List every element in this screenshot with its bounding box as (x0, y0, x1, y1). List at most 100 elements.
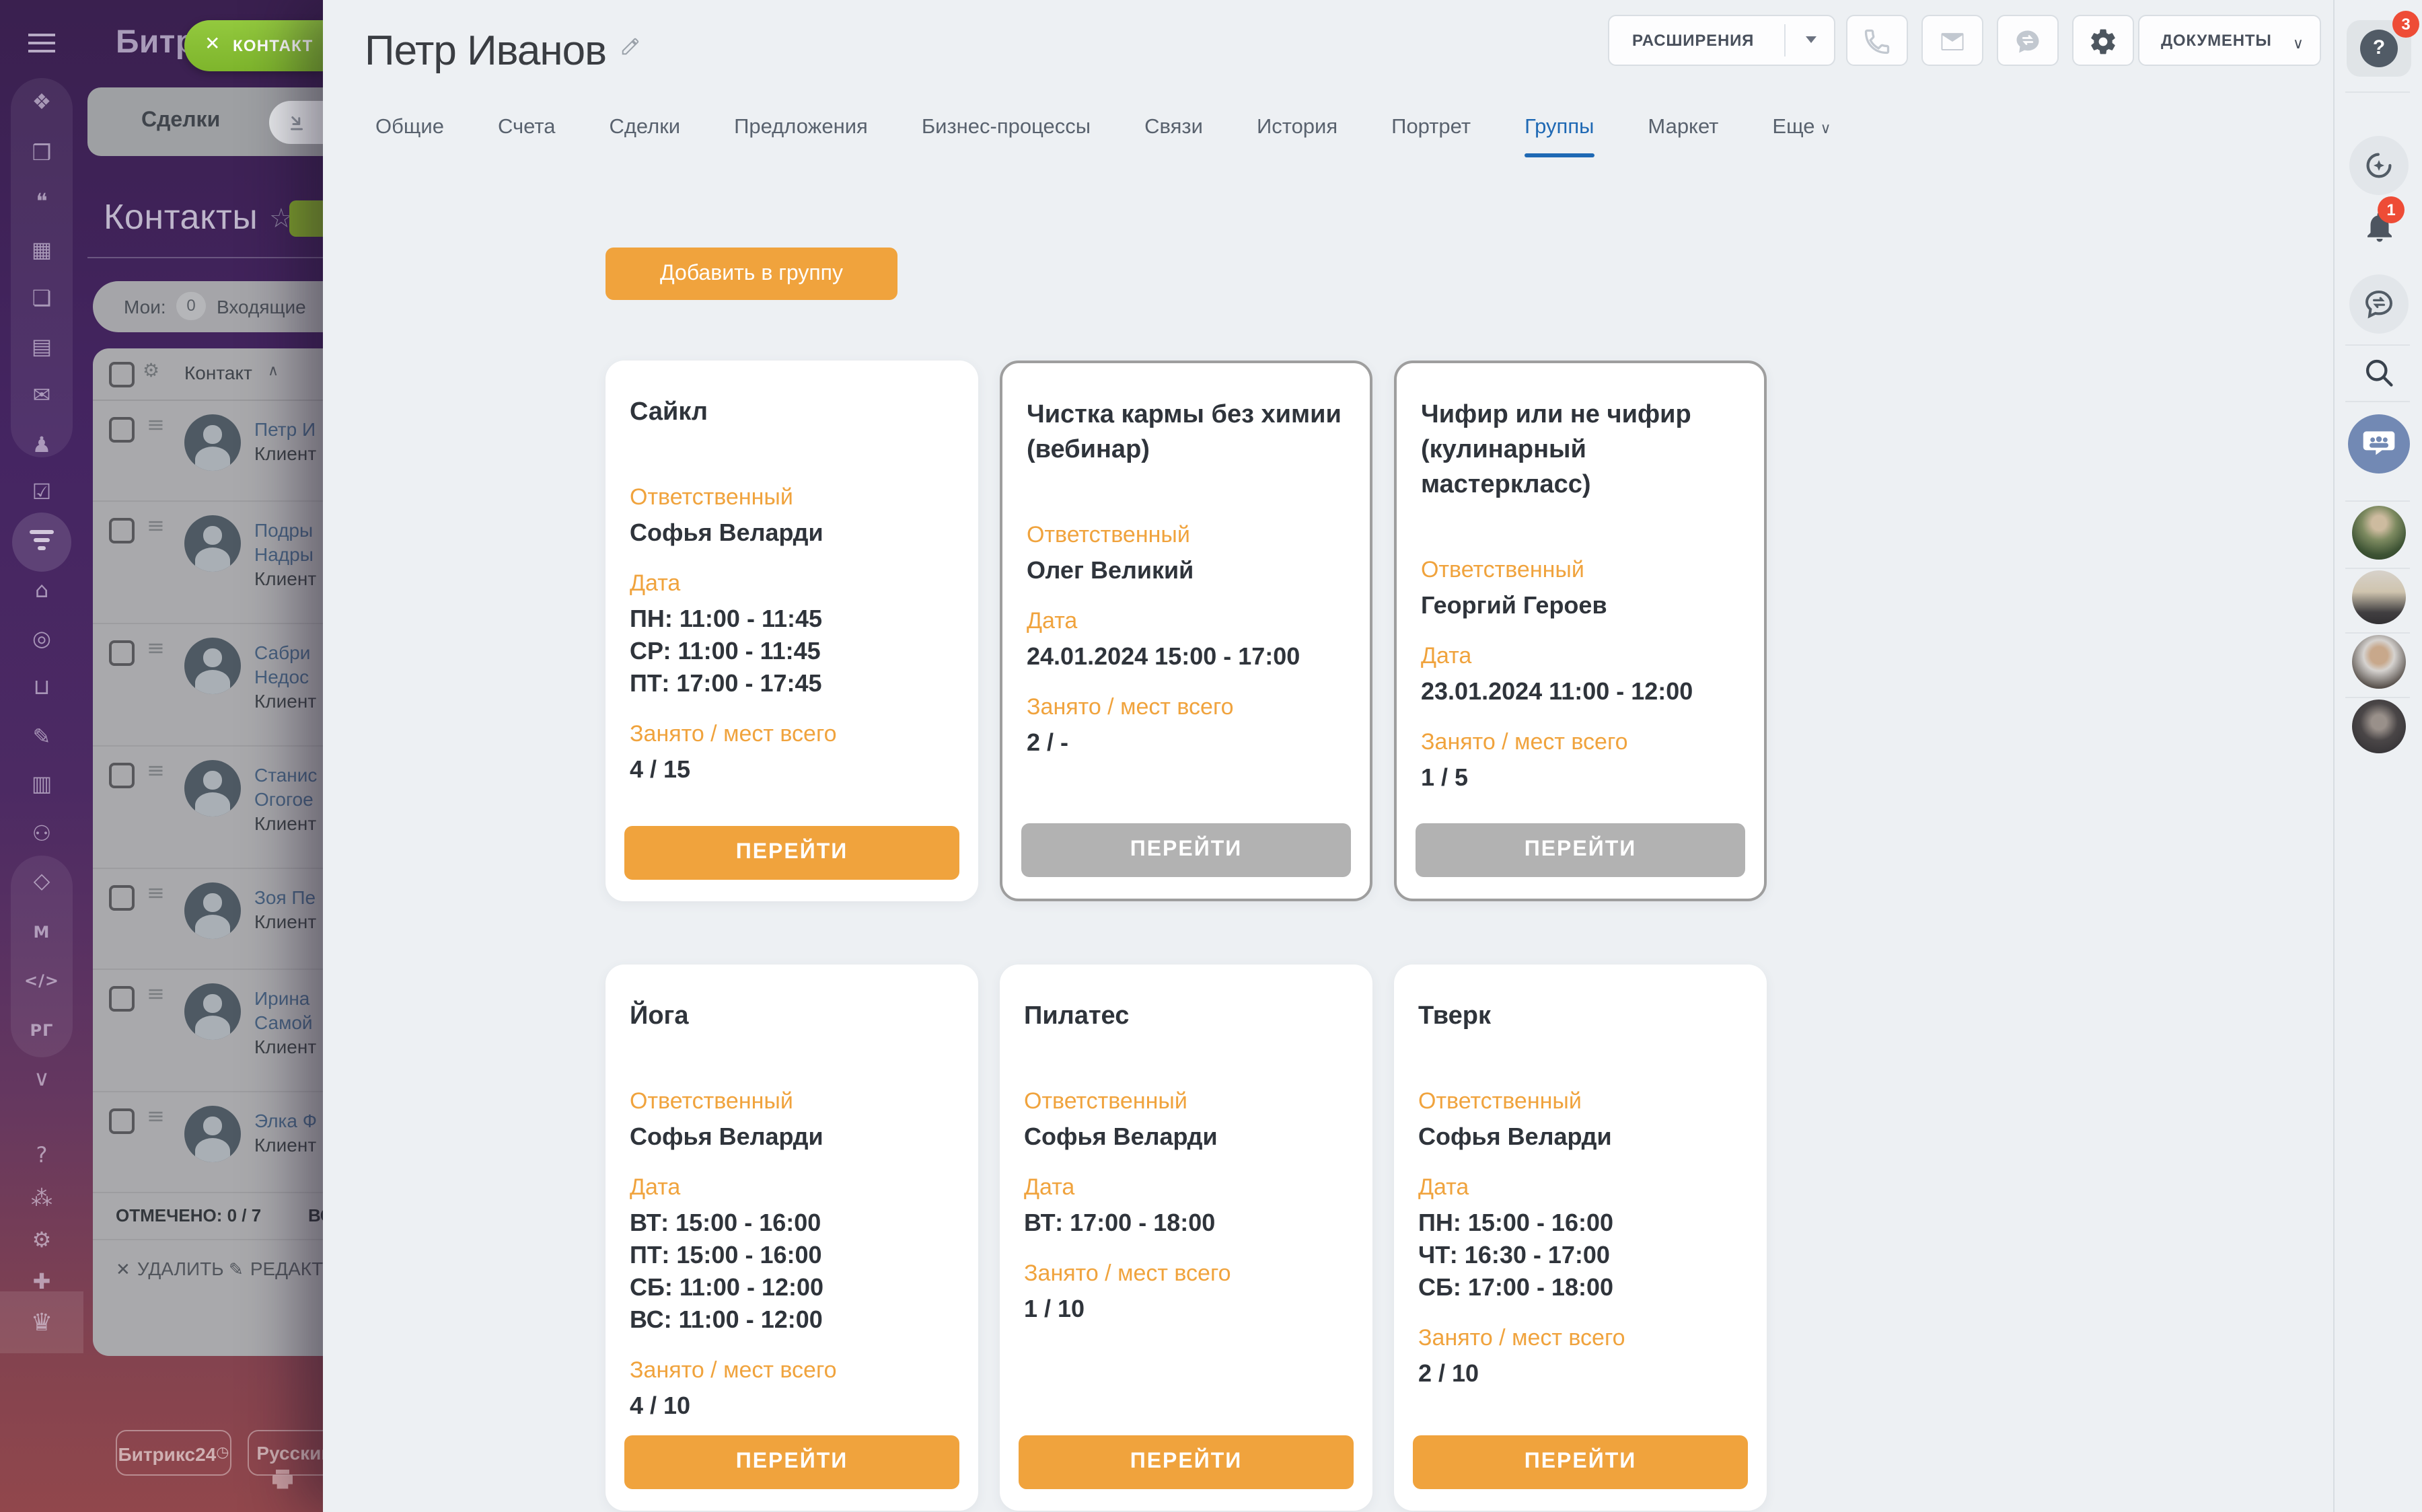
workgroup-icon[interactable]: РГ (0, 1018, 83, 1043)
contact-row[interactable]: ≡ Станис Огогое Клиент (93, 747, 323, 869)
code-icon[interactable]: </> (0, 969, 83, 993)
contact-name[interactable]: Подры (254, 518, 323, 542)
settings-icon[interactable]: ⚙ (0, 1228, 83, 1252)
tab-svyazi[interactable]: Связи (1144, 116, 1203, 140)
tab-biznes-processy[interactable]: Бизнес-процессы (922, 116, 1091, 140)
contact-name[interactable]: Сабри (254, 640, 323, 665)
contact-row[interactable]: ≡ Элка Ф Клиент (93, 1092, 323, 1193)
drive-icon[interactable]: ▤ (0, 335, 83, 359)
contact-name[interactable]: Ирина (254, 986, 323, 1010)
calendar-icon[interactable]: ▦ (0, 238, 83, 262)
contact-name[interactable]: Зоя Пе (254, 885, 323, 909)
row-menu-icon[interactable]: ≡ (147, 981, 165, 1006)
email-button[interactable] (1921, 15, 1983, 66)
contact-name[interactable]: Петр И (254, 417, 323, 441)
m-logo-icon[interactable]: M (0, 920, 83, 944)
tab-predlozheniya[interactable]: Предложения (734, 116, 868, 140)
row-menu-icon[interactable]: ≡ (147, 757, 165, 783)
settings-button[interactable] (2072, 15, 2134, 66)
row-menu-icon[interactable]: ≡ (147, 635, 165, 660)
copilot-button[interactable] (2349, 136, 2409, 195)
user-avatar[interactable] (2352, 506, 2406, 560)
add-to-group-button[interactable]: Добавить в группу (606, 248, 897, 300)
call-button[interactable] (1846, 15, 1908, 66)
employees-icon[interactable]: ♟ (0, 433, 83, 457)
user-avatar[interactable] (2352, 635, 2406, 689)
tab-market[interactable]: Маркет (1648, 116, 1718, 140)
contact-name[interactable]: Элка Ф (254, 1108, 323, 1133)
delete-action[interactable]: ✕УДАЛИТЬ (116, 1258, 224, 1281)
grid-settings-icon[interactable]: ⚙ (143, 361, 159, 382)
row-checkbox[interactable] (109, 518, 135, 543)
tab-obschie[interactable]: Общие (375, 116, 444, 140)
robot-icon[interactable]: ⚇ (0, 822, 83, 846)
shop-cart-icon[interactable]: ⊔ (0, 675, 83, 700)
open-lines-button[interactable] (2349, 274, 2409, 334)
crm-filter-icon-active[interactable] (0, 530, 83, 554)
tab-sdelki[interactable]: Сделки (609, 116, 680, 140)
deals-export-button[interactable] (269, 101, 323, 144)
contact-row[interactable]: ≡ Зоя Пе Клиент (93, 869, 323, 970)
go-button-disabled[interactable]: ПЕРЕЙТИ (1021, 823, 1351, 877)
select-all-checkbox[interactable] (109, 362, 135, 387)
messenger-icon[interactable]: ❝ (0, 190, 83, 214)
add-plus-icon[interactable]: ✚ (0, 1270, 83, 1294)
row-menu-icon[interactable]: ≡ (147, 513, 165, 538)
user-avatar[interactable] (2352, 570, 2406, 624)
add-contact-button-clipped[interactable] (289, 200, 323, 237)
row-checkbox[interactable] (109, 885, 135, 911)
help-button[interactable]: ? 3 (2347, 20, 2411, 77)
close-slider-icon[interactable]: ✕ (205, 34, 220, 55)
row-checkbox[interactable] (109, 986, 135, 1012)
contact-row[interactable]: ≡ Сабри Недос Клиент (93, 624, 323, 747)
contact-row[interactable]: ≡ Подры Надры Клиент (93, 502, 323, 624)
row-menu-icon[interactable]: ≡ (147, 412, 165, 437)
edit-action[interactable]: ✎РЕДАКТИРОВАТЬ (229, 1258, 323, 1281)
chat-transfer-button[interactable] (1997, 15, 2059, 66)
go-button[interactable]: ПЕРЕЙТИ (624, 1435, 959, 1489)
edit-title-icon[interactable] (620, 19, 640, 67)
kanban-icon[interactable]: ❖ (0, 90, 83, 114)
crown-icon[interactable]: ♛ (0, 1312, 83, 1336)
contact-name[interactable]: Станис (254, 763, 323, 787)
cube-icon[interactable]: ◇ (0, 869, 83, 893)
tasks-icon[interactable]: ☑ (0, 480, 83, 504)
market-icon[interactable]: ⌂ (0, 578, 83, 603)
tab-esche[interactable]: Еще∨ (1772, 116, 1831, 140)
row-checkbox[interactable] (109, 640, 135, 666)
help-icon[interactable]: ? (0, 1143, 83, 1168)
tab-portret[interactable]: Портрет (1391, 116, 1471, 140)
documents-button[interactable]: ДОКУМЕНТЫ ∨ (2138, 15, 2321, 66)
user-avatar[interactable] (2352, 700, 2406, 753)
row-checkbox[interactable] (109, 763, 135, 788)
documents-icon[interactable]: ❏ (0, 287, 83, 311)
mail-icon[interactable]: ✉ (0, 383, 83, 408)
slider-entity-badge[interactable]: ✕ КОНТАКТ (184, 20, 323, 71)
go-button[interactable]: ПЕРЕЙТИ (1019, 1435, 1354, 1489)
group-chat-button[interactable] (2348, 414, 2410, 474)
column-header-contact[interactable]: Контакт (184, 362, 252, 383)
sites-icon[interactable]: ❒ (0, 141, 83, 165)
chevron-down-icon[interactable]: ∨ (0, 1067, 83, 1091)
row-menu-icon[interactable]: ≡ (147, 880, 165, 905)
bitrix-footer-button[interactable]: Битрикс24◷ (116, 1430, 231, 1476)
row-checkbox[interactable] (109, 1108, 135, 1134)
row-menu-icon[interactable]: ≡ (147, 1103, 165, 1129)
go-button[interactable]: ПЕРЕЙТИ (624, 826, 959, 880)
go-button-disabled[interactable]: ПЕРЕЙТИ (1416, 823, 1745, 877)
contacts-filter-bar[interactable]: Мои: 0 Входящие (93, 281, 323, 332)
target-icon[interactable]: ◎ (0, 627, 83, 651)
printer-icon[interactable] (269, 1466, 296, 1493)
esign-icon[interactable]: ✎ (0, 725, 83, 749)
tab-scheta[interactable]: Счета (498, 116, 556, 140)
extensions-button[interactable]: РАСШИРЕНИЯ (1608, 15, 1835, 66)
row-checkbox[interactable] (109, 417, 135, 443)
go-button[interactable]: ПЕРЕЙТИ (1413, 1435, 1748, 1489)
tab-gruppy-active[interactable]: Группы (1525, 116, 1594, 140)
tab-istoriya[interactable]: История (1257, 116, 1337, 140)
contact-card-icon[interactable]: ▥ (0, 772, 83, 796)
search-button[interactable] (2361, 355, 2396, 397)
share-icon[interactable]: ⁂ (0, 1186, 83, 1211)
contact-row[interactable]: ≡ Ирина Самой Клиент (93, 970, 323, 1092)
contact-row[interactable]: ≡ Петр И Клиент (93, 401, 323, 502)
